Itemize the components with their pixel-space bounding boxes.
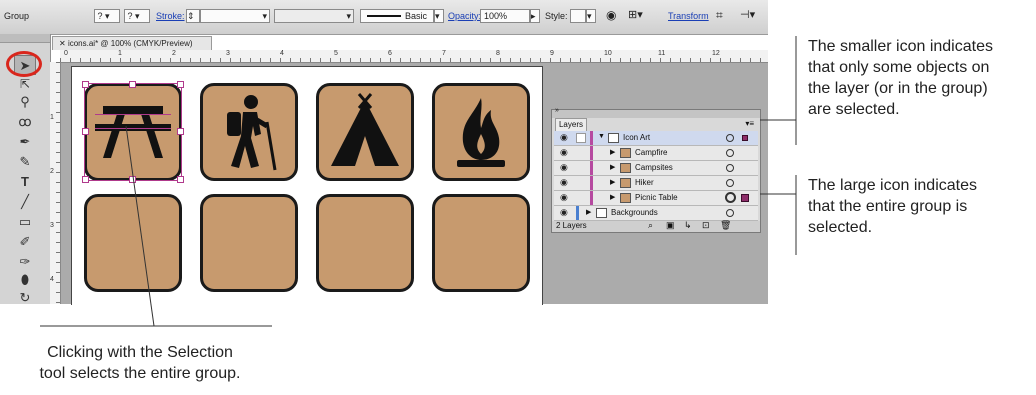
callout-line: selected.: [808, 219, 873, 236]
callout-line: are selected.: [808, 101, 900, 118]
callout-line: that only some objects on: [808, 59, 990, 76]
callout-line: Clicking with the Selection: [47, 344, 233, 361]
callout-leader-selection: [125, 125, 155, 327]
callout-line: The large icon indicates: [808, 177, 977, 194]
callout-line: tool selects the entire group.: [39, 365, 241, 382]
callout-large-icon: The large icon indicates that the entire…: [808, 175, 1034, 238]
callout-line: that the entire group is: [808, 198, 968, 215]
callout-small-icon: The smaller icon indicates that only som…: [808, 36, 1034, 120]
callout-line: The smaller icon indicates: [808, 38, 993, 55]
callout-selection-tool: Clicking with the Selection tool selects…: [10, 342, 270, 384]
callout-line: the layer (or in the group): [808, 80, 988, 97]
